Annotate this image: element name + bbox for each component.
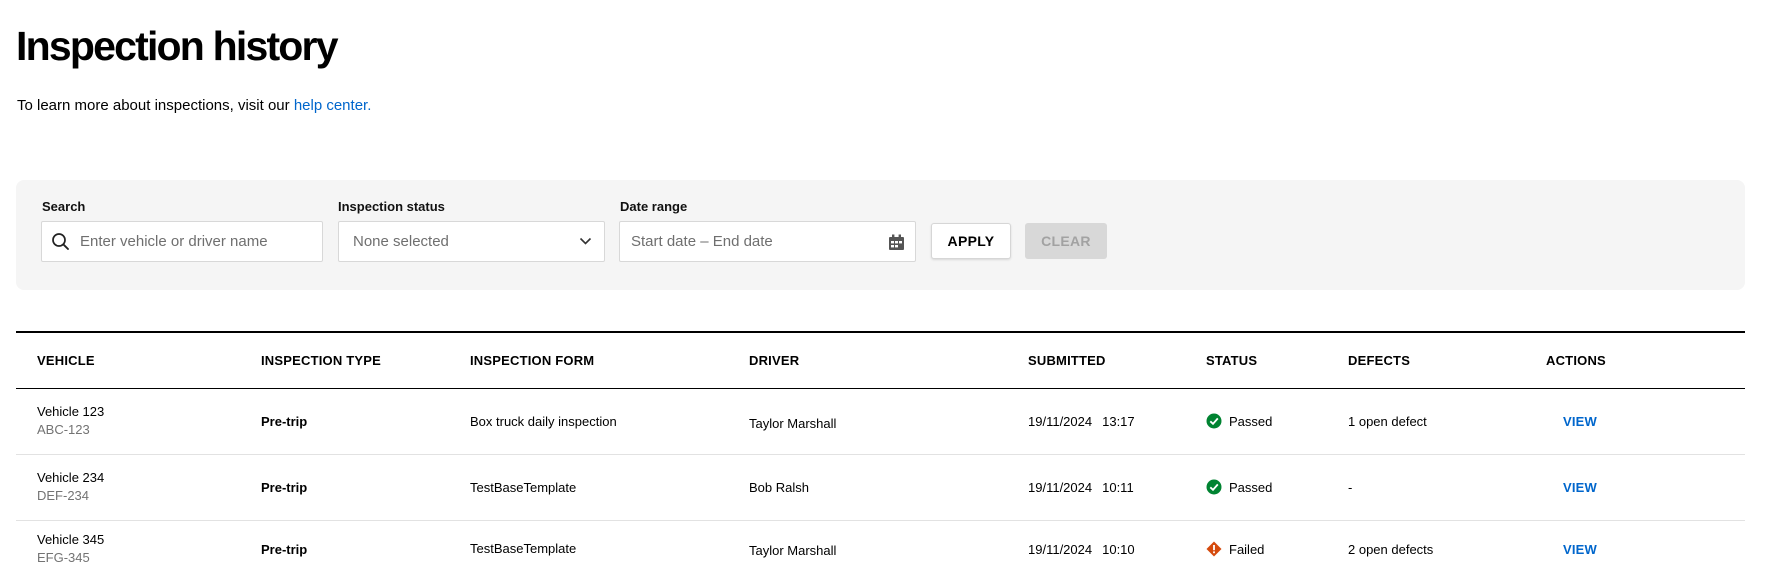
inspection-type: Pre-trip	[261, 414, 308, 429]
submitted-time: 10:10	[1102, 542, 1135, 557]
clear-button[interactable]: CLEAR	[1025, 223, 1107, 259]
help-center-link[interactable]: help center.	[294, 97, 372, 114]
driver-name: Taylor Marshall	[749, 543, 837, 558]
inspection-form: TestBaseTemplate	[470, 480, 577, 495]
status-badge: Failed	[1206, 541, 1264, 557]
submitted-date: 19/11/2024	[1028, 542, 1093, 557]
table-row: Vehicle 345 EFG-345 Pre-trip TestBaseTem…	[16, 521, 1745, 580]
defects-count: -	[1348, 480, 1353, 495]
column-header-defects[interactable]: DEFECTS	[1348, 353, 1410, 368]
check-circle-icon	[1206, 479, 1222, 495]
search-placeholder: Enter vehicle or driver name	[80, 233, 268, 250]
inspection-form: TestBaseTemplate	[470, 541, 577, 556]
intro-text: To learn more about inspections, visit o…	[17, 96, 371, 116]
submitted-datetime: 19/11/2024 10:11	[1028, 480, 1134, 495]
table-header: VEHICLE INSPECTION TYPE INSPECTION FORM …	[16, 333, 1745, 389]
calendar-icon[interactable]	[888, 234, 905, 251]
column-header-submitted[interactable]: SUBMITTED	[1028, 353, 1106, 368]
column-header-inspection-form[interactable]: INSPECTION FORM	[470, 353, 594, 368]
apply-button[interactable]: APPLY	[931, 223, 1011, 259]
submitted-date: 19/11/2024	[1028, 480, 1093, 495]
vehicle-name: Vehicle 345	[37, 532, 105, 547]
table-row: Vehicle 234 DEF-234 Pre-trip TestBaseTem…	[16, 455, 1745, 521]
column-header-actions: ACTIONS	[1546, 353, 1606, 368]
date-range-input[interactable]: Start date – End date	[619, 221, 916, 262]
search-label: Search	[42, 199, 86, 214]
inspection-type: Pre-trip	[261, 542, 308, 557]
status-badge: Passed	[1206, 413, 1272, 429]
driver-name: Taylor Marshall	[749, 416, 837, 431]
submitted-date: 19/11/2024	[1028, 414, 1093, 429]
vehicle-plate: DEF-234	[37, 488, 90, 503]
chevron-down-icon	[579, 237, 592, 245]
submitted-time: 10:11	[1102, 480, 1134, 495]
status-text: Passed	[1229, 479, 1273, 495]
filter-panel: Search Enter vehicle or driver name Insp…	[16, 180, 1745, 290]
view-link[interactable]: VIEW	[1563, 542, 1597, 557]
column-header-status[interactable]: STATUS	[1206, 353, 1257, 368]
column-header-vehicle[interactable]: VEHICLE	[37, 353, 95, 368]
inspection-type: Pre-trip	[261, 480, 308, 495]
warning-diamond-icon	[1206, 541, 1222, 557]
submitted-datetime: 19/11/2024 13:17	[1028, 414, 1135, 429]
status-text: Passed	[1229, 413, 1273, 429]
submitted-time: 13:17	[1102, 414, 1135, 429]
check-circle-icon	[1206, 413, 1222, 429]
vehicle-plate: EFG-345	[37, 550, 90, 565]
inspection-history-page: Inspection history To learn more about i…	[0, 0, 1765, 580]
status-label: Inspection status	[338, 199, 445, 214]
status-badge: Passed	[1206, 479, 1272, 495]
view-link[interactable]: VIEW	[1563, 414, 1597, 429]
column-header-inspection-type[interactable]: INSPECTION TYPE	[261, 353, 381, 368]
date-range-placeholder: Start date – End date	[631, 233, 773, 250]
status-selected-value: None selected	[353, 233, 449, 250]
inspection-form: Box truck daily inspection	[470, 414, 617, 429]
defects-count: 1 open defect	[1348, 414, 1427, 429]
date-range-label: Date range	[620, 199, 688, 214]
view-link[interactable]: VIEW	[1563, 480, 1597, 495]
vehicle-plate: ABC-123	[37, 422, 90, 437]
column-header-driver[interactable]: DRIVER	[749, 353, 799, 368]
search-icon	[52, 233, 69, 250]
page-title: Inspection history	[16, 23, 339, 69]
status-text: Failed	[1229, 541, 1265, 557]
inspections-table: VEHICLE INSPECTION TYPE INSPECTION FORM …	[16, 331, 1745, 580]
driver-name: Bob Ralsh	[749, 480, 809, 495]
vehicle-name: Vehicle 234	[37, 470, 105, 485]
defects-count: 2 open defects	[1348, 542, 1434, 557]
search-input[interactable]: Enter vehicle or driver name	[41, 221, 323, 262]
inspection-status-select[interactable]: None selected	[338, 221, 605, 262]
intro-label: To learn more about inspections, visit o…	[17, 97, 294, 114]
table-row: Vehicle 123 ABC-123 Pre-trip Box truck d…	[16, 389, 1745, 455]
vehicle-name: Vehicle 123	[37, 404, 105, 419]
submitted-datetime: 19/11/2024 10:10	[1028, 542, 1135, 557]
